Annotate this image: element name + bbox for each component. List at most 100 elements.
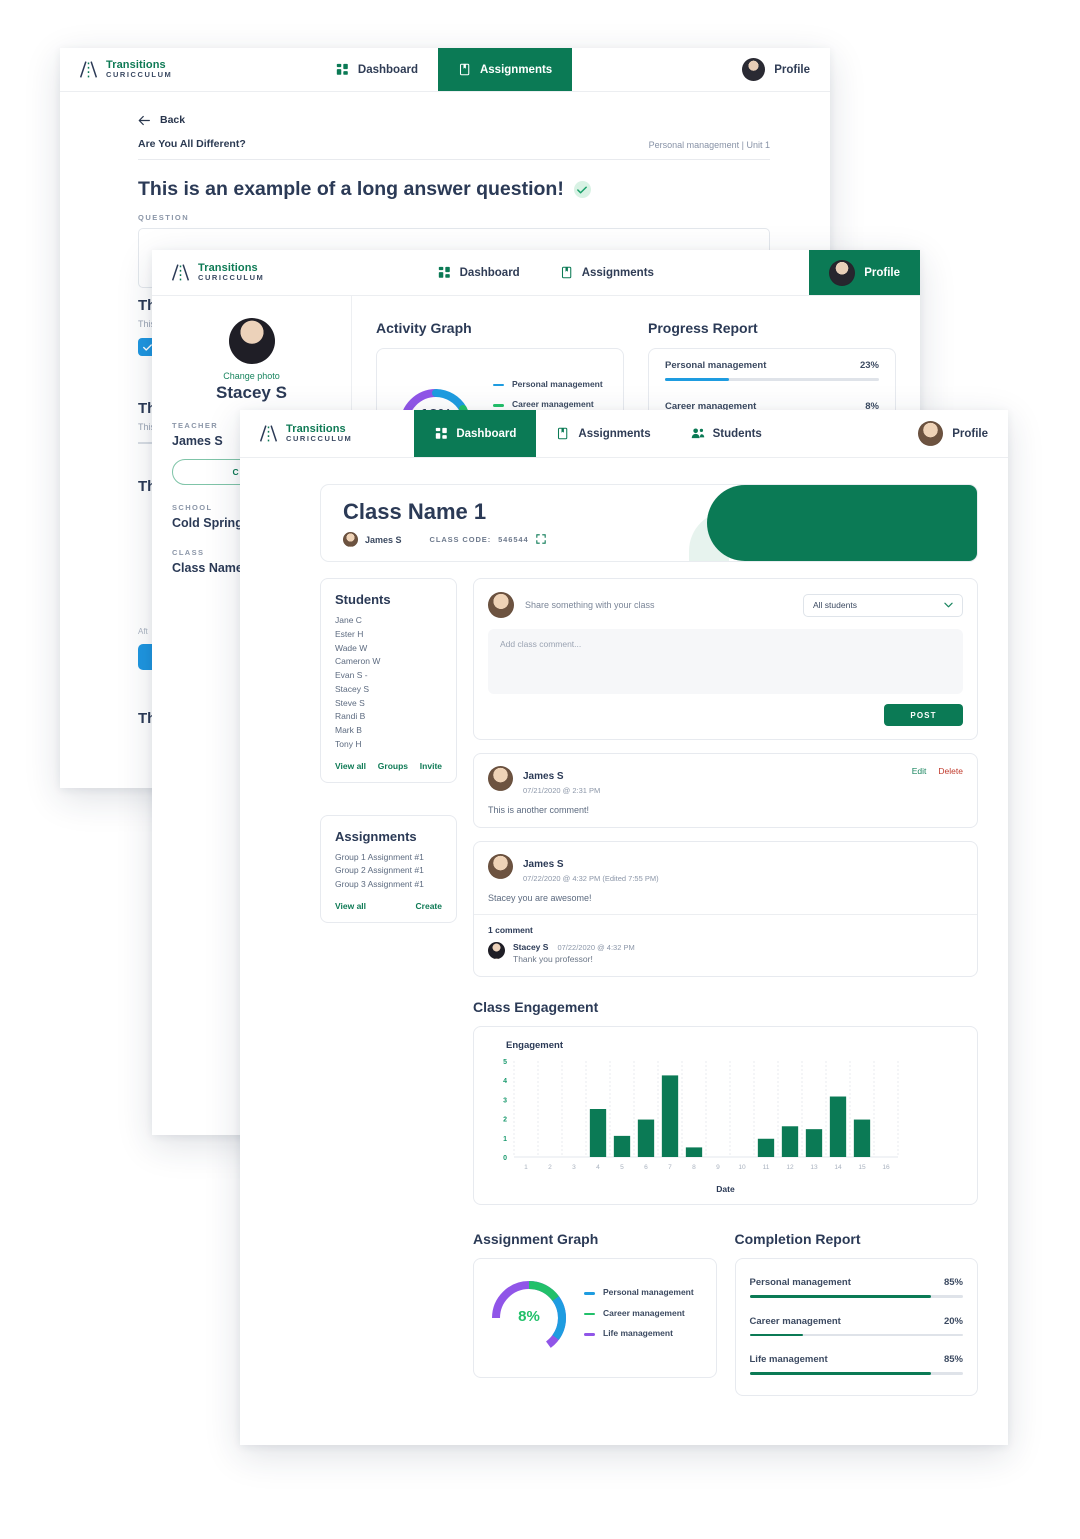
nav-profile[interactable]: Profile <box>722 48 830 91</box>
assignment-graph-section: Assignment Graph 8% Personal management … <box>473 1209 717 1396</box>
back-label: Back <box>160 114 186 126</box>
list-item[interactable]: Mark B <box>335 724 442 738</box>
comment-author: Stacey S <box>513 942 549 952</box>
composer-header: Share something with your class All stud… <box>488 592 963 618</box>
list-item[interactable]: Randi B <box>335 710 442 724</box>
assignments-panel: Assignments Group 1 Assignment #1 Group … <box>320 814 457 923</box>
comment-header: Stacey S 07/22/2020 @ 4:32 PM <box>513 942 635 952</box>
breadcrumb: Are You All Different? Personal manageme… <box>138 126 770 160</box>
list-item[interactable]: Group 3 Assignment #1 <box>335 878 442 892</box>
edit-post-button[interactable]: Edit <box>912 766 927 776</box>
nav-profile-label: Profile <box>774 63 810 76</box>
post-body: This is another comment! <box>488 805 590 815</box>
legend-swatch <box>584 1333 595 1336</box>
list-item[interactable]: Wade W <box>335 642 442 656</box>
class-teacher: James S <box>343 532 402 547</box>
divider <box>474 914 977 915</box>
expand-icon[interactable] <box>535 533 546 546</box>
back-button[interactable]: Back <box>138 114 770 126</box>
nav-dashboard[interactable]: Dashboard <box>418 250 540 295</box>
create-assignment-link[interactable]: Create <box>416 901 442 911</box>
legend-item: Personal management <box>584 1287 694 1298</box>
svg-text:3: 3 <box>572 1164 576 1171</box>
navbar-dashboard-window: Transitions CURICCULUM Dashboard Assignm… <box>240 410 1008 458</box>
legend-swatch <box>493 383 504 387</box>
completion-row: Career management 20% <box>749 1306 963 1345</box>
assignments-panel-title: Assignments <box>335 828 417 844</box>
completion-label: Personal management <box>749 1277 851 1288</box>
legend-label: Personal management <box>603 1287 694 1298</box>
post-author: James S <box>523 771 564 782</box>
brand-logo: Transitions CURICCULUM <box>240 410 370 457</box>
view-all-assignments-link[interactable]: View all <box>335 901 366 911</box>
svg-text:6: 6 <box>644 1164 648 1171</box>
avatar <box>829 259 856 286</box>
legend-label: Career management <box>512 399 594 409</box>
class-comment-input[interactable]: Add class comment... <box>488 629 963 694</box>
nav-dashboard[interactable]: Dashboard <box>316 48 438 91</box>
list-item[interactable]: Ester H <box>335 628 442 642</box>
road-logo-icon <box>259 425 278 442</box>
post-card: James S 07/22/2020 @ 4:32 PM (Edited 7:5… <box>473 841 978 977</box>
audience-select-value: All students <box>813 600 857 610</box>
list-item[interactable]: Cameron W <box>335 655 442 669</box>
change-photo-link[interactable]: Change photo <box>223 371 280 381</box>
class-engagement-card: Engagement 0 1 2 3 4 5 1 2 3 4 5 6 7 8 9 10 11 12 13 14 15 16… <box>473 1026 978 1205</box>
class-code-value: 546544 <box>498 535 529 544</box>
progress-fill <box>665 378 730 381</box>
list-item[interactable]: Group 1 Assignment #1 <box>335 851 442 865</box>
question-field-label: QUESTION <box>138 213 190 222</box>
progress-row: Personal management 23% <box>649 349 895 390</box>
invite-link[interactable]: Invite <box>420 761 442 771</box>
class-engagement-title: Class Engagement <box>473 999 599 1015</box>
legend-swatch <box>493 404 504 407</box>
arrow-left-icon <box>138 115 150 125</box>
profile-photo-block: Change photo Stacey S <box>172 318 331 403</box>
completion-report-section: Completion Report Personal management 85… <box>734 1209 978 1396</box>
list-item[interactable]: Evan S - <box>335 669 442 683</box>
completion-report-card: Personal management 85% Career managemen… <box>734 1258 978 1396</box>
road-logo-icon <box>171 264 190 281</box>
dashboard-right-column: Share something with your class All stud… <box>473 578 978 1396</box>
nav-assignments[interactable]: Assignments <box>536 410 670 457</box>
view-all-students-link[interactable]: View all <box>335 761 366 771</box>
delete-post-button[interactable]: Delete <box>938 766 963 776</box>
legend-item: Career management <box>584 1308 694 1319</box>
assignment-donut-value: 8% <box>518 1308 540 1325</box>
class-teacher-name: James S <box>365 534 402 545</box>
audience-select[interactable]: All students <box>803 593 963 617</box>
svg-text:4: 4 <box>503 1078 507 1085</box>
list-item[interactable]: Steve S <box>335 697 442 711</box>
dashboard-body: Class Name 1 James S CLASS CODE: 546544 <box>240 458 1008 1445</box>
post-card: James S 07/21/2020 @ 2:31 PM Edit Delete… <box>473 753 978 828</box>
avatar <box>918 421 944 446</box>
list-item[interactable]: Group 2 Assignment #1 <box>335 864 442 878</box>
nav-dashboard-label: Dashboard <box>456 427 517 440</box>
svg-text:11: 11 <box>763 1164 770 1171</box>
brand-logo: Transitions CURICCULUM <box>60 48 190 91</box>
svg-text:0: 0 <box>503 1155 507 1162</box>
bottom-charts: Assignment Graph 8% Personal management … <box>473 1209 978 1396</box>
svg-text:3: 3 <box>503 1097 507 1104</box>
list-item[interactable]: Stacey S <box>335 683 442 697</box>
post-button[interactable]: POST <box>884 704 963 726</box>
assignment-graph-card: 8% Personal management Career management… <box>473 1258 717 1378</box>
activity-graph-title: Activity Graph <box>376 320 472 336</box>
nav-students[interactable]: Students <box>671 410 782 457</box>
nav-assignments[interactable]: Assignments <box>540 250 674 295</box>
nav-assignments[interactable]: Assignments <box>437 48 573 91</box>
avatar <box>742 58 766 81</box>
nav-students-label: Students <box>712 427 762 440</box>
chevron-down-icon <box>944 600 953 610</box>
nav-profile[interactable]: Profile <box>898 410 1008 457</box>
list-item[interactable]: Tony H <box>335 738 442 752</box>
completion-label: Career management <box>749 1315 841 1327</box>
engagement-bar-chart: 0123451 2 3 4 5 6 7 8 9 10 11 12 13 14 15 16 <box>503 1059 899 1171</box>
grid-icon <box>434 427 448 441</box>
completion-label: Life management <box>749 1354 828 1365</box>
completion-value: 85% <box>943 1354 963 1365</box>
groups-link[interactable]: Groups <box>378 761 408 771</box>
nav-dashboard[interactable]: Dashboard <box>414 410 537 457</box>
list-item[interactable]: Jane C <box>335 614 442 628</box>
nav-profile[interactable]: Profile <box>809 250 920 295</box>
